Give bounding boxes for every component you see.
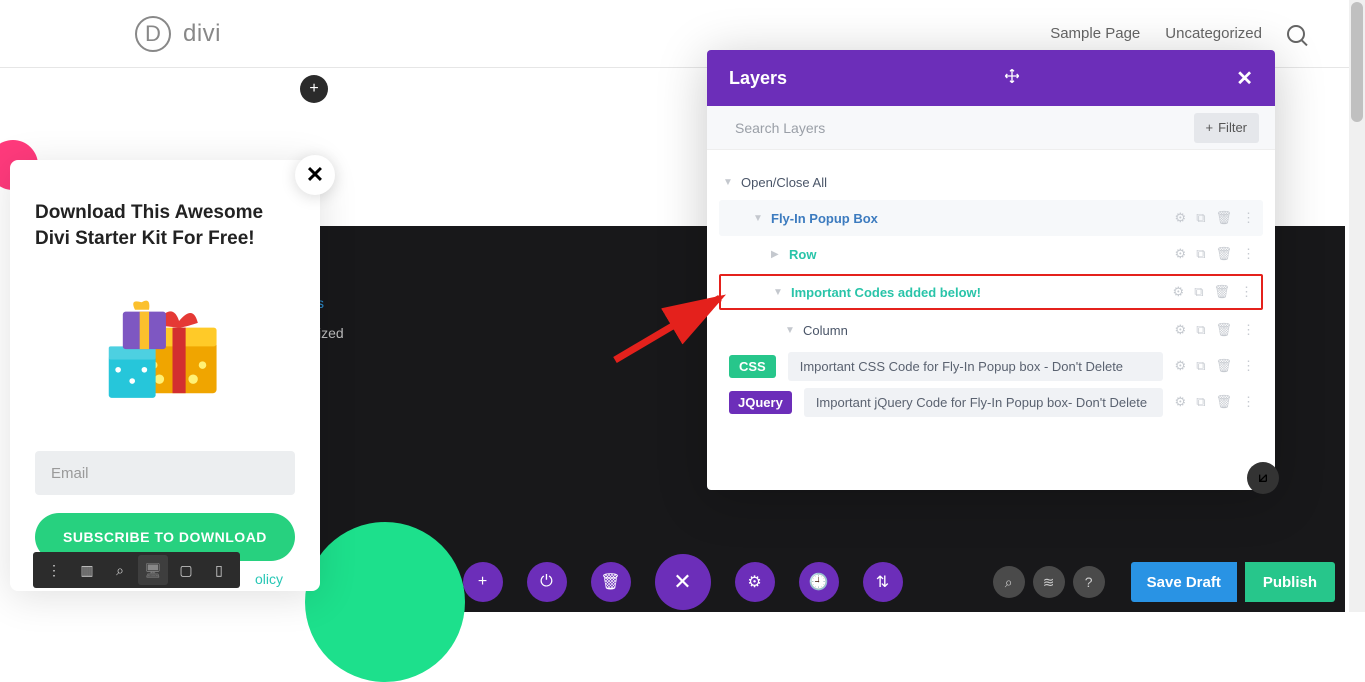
layer-actions: ⚙ ⧉ 🗑 ⋮ — [1175, 394, 1255, 410]
gear-icon[interactable]: ⚙ — [1175, 358, 1187, 374]
trash-icon[interactable]: 🗑 — [1213, 284, 1230, 300]
layer-row[interactable]: ▶ Row ⚙ ⧉ 🗑 ⋮ — [719, 236, 1263, 272]
duplicate-icon[interactable]: ⧉ — [1194, 284, 1203, 300]
nav-uncategorized[interactable]: Uncategorized — [1165, 25, 1262, 42]
layers-panel-header[interactable]: Layers ✕ — [707, 50, 1275, 106]
layer-actions: ⚙ ⧉ 🗑 ⋮ — [1175, 246, 1255, 262]
chevron-down-icon: ▼ — [785, 325, 795, 336]
more-icon[interactable]: ⋮ — [1242, 394, 1255, 410]
popup-close-button[interactable]: ✕ — [295, 155, 335, 195]
trash-icon[interactable]: 🗑 — [1215, 358, 1232, 374]
logo-text: divi — [183, 20, 221, 48]
save-draft-button[interactable]: Save Draft — [1131, 562, 1237, 602]
email-field[interactable] — [35, 451, 295, 495]
gift-image — [70, 276, 260, 426]
logo[interactable]: D divi — [135, 16, 221, 52]
settings-button[interactable]: ⚙ — [735, 562, 775, 602]
more-icon[interactable]: ⋮ — [1242, 246, 1255, 262]
layer-flyin-popup[interactable]: ▼ Fly-In Popup Box ⚙ ⧉ 🗑 ⋮ — [719, 200, 1263, 236]
layer-jquery-code[interactable]: JQuery Important jQuery Code for Fly-In … — [719, 384, 1263, 420]
bottom-center-actions: + ⏻ 🗑 ✕ ⚙ 🕘 ⇅ — [463, 554, 903, 610]
more-icon[interactable]: ⋮ — [1242, 358, 1255, 374]
gear-icon[interactable]: ⚙ — [1175, 394, 1187, 410]
layer-column[interactable]: ▼ Column ⚙ ⧉ 🗑 ⋮ — [719, 312, 1263, 348]
add-section-button[interactable]: + — [300, 75, 328, 103]
filter-button[interactable]: +Filter — [1194, 113, 1259, 143]
starter-kit-popup: Download This Awesome Divi Starter Kit F… — [10, 160, 320, 591]
layers-icon[interactable]: ≋ — [1033, 566, 1065, 598]
page-scrollbar-thumb[interactable] — [1351, 2, 1363, 122]
css-code-label: Important CSS Code for Fly-In Popup box … — [788, 352, 1163, 381]
layer-actions: ⚙ ⧉ 🗑 ⋮ — [1175, 210, 1255, 226]
search-icon[interactable] — [1287, 25, 1305, 43]
chevron-down-icon: ▼ — [773, 287, 783, 298]
layer-important-codes[interactable]: ▼ Important Codes added below! ⚙ ⧉ 🗑 ⋮ — [719, 274, 1263, 310]
popup-title: Download This Awesome Divi Starter Kit F… — [35, 200, 295, 251]
chevron-right-icon: ▶ — [771, 249, 781, 260]
layer-actions: ⚙ ⧉ 🗑 ⋮ — [1173, 284, 1253, 300]
jquery-badge: JQuery — [729, 391, 792, 414]
trash-icon[interactable]: 🗑 — [1215, 246, 1232, 262]
more-icon[interactable]: ⋮ — [1242, 210, 1255, 226]
gear-icon[interactable]: ⚙ — [1175, 246, 1187, 262]
layers-panel: Layers ✕ +Filter ▼ Open/Close All ▼ Fly-… — [707, 50, 1275, 490]
more-icon[interactable]: ⋮ — [1240, 284, 1253, 300]
more-icon[interactable]: ⋮ — [1242, 322, 1255, 338]
primary-nav: Sample Page Uncategorized — [1050, 25, 1305, 43]
layer-actions: ⚙ ⧉ 🗑 ⋮ — [1175, 322, 1255, 338]
chevron-down-icon: ▼ — [753, 213, 763, 224]
layers-search-input[interactable] — [735, 120, 1194, 136]
open-close-all[interactable]: ▼ Open/Close All — [719, 164, 1263, 200]
bottom-right-actions: ⌕ ≋ ? Save Draft Publish — [993, 562, 1335, 602]
resize-handle[interactable] — [1247, 462, 1279, 494]
nav-sample-page[interactable]: Sample Page — [1050, 25, 1140, 42]
chevron-down-icon: ▼ — [723, 177, 733, 188]
layers-close-button[interactable]: ✕ — [1236, 66, 1253, 91]
layers-search-row: +Filter — [707, 106, 1275, 150]
jquery-code-label: Important jQuery Code for Fly-In Popup b… — [804, 388, 1163, 417]
help-icon[interactable]: ? — [1073, 566, 1105, 598]
duplicate-icon[interactable]: ⧉ — [1196, 210, 1205, 226]
publish-button[interactable]: Publish — [1245, 562, 1335, 602]
gear-icon[interactable]: ⚙ — [1173, 284, 1185, 300]
move-icon[interactable] — [1004, 68, 1020, 89]
trash-button[interactable]: 🗑 — [591, 562, 631, 602]
history-button[interactable]: 🕘 — [799, 562, 839, 602]
add-button[interactable]: + — [463, 562, 503, 602]
canvas-text-fragment: ized — [318, 325, 344, 341]
duplicate-icon[interactable]: ⧉ — [1196, 322, 1205, 338]
trash-icon[interactable]: 🗑 — [1215, 394, 1232, 410]
css-badge: CSS — [729, 355, 776, 378]
trash-icon[interactable]: 🗑 — [1215, 322, 1232, 338]
layer-css-code[interactable]: CSS Important CSS Code for Fly-In Popup … — [719, 348, 1263, 384]
builder-bottom-bar: + ⏻ 🗑 ✕ ⚙ 🕘 ⇅ ⌕ ≋ ? Save Draft Publish — [0, 552, 1365, 612]
gear-icon[interactable]: ⚙ — [1175, 210, 1187, 226]
layers-panel-title: Layers — [729, 68, 787, 89]
close-builder-button[interactable]: ✕ — [655, 554, 711, 610]
logo-icon: D — [135, 16, 171, 52]
duplicate-icon[interactable]: ⧉ — [1196, 358, 1205, 374]
find-icon[interactable]: ⌕ — [993, 566, 1025, 598]
layers-tree: ▼ Open/Close All ▼ Fly-In Popup Box ⚙ ⧉ … — [707, 150, 1275, 434]
power-icon[interactable]: ⏻ — [527, 562, 567, 602]
page-scrollbar[interactable] — [1349, 0, 1365, 612]
trash-icon[interactable]: 🗑 — [1215, 210, 1232, 226]
sort-icon[interactable]: ⇅ — [863, 562, 903, 602]
layer-actions: ⚙ ⧉ 🗑 ⋮ — [1175, 358, 1255, 374]
duplicate-icon[interactable]: ⧉ — [1196, 394, 1205, 410]
gear-icon[interactable]: ⚙ — [1175, 322, 1187, 338]
duplicate-icon[interactable]: ⧉ — [1196, 246, 1205, 262]
